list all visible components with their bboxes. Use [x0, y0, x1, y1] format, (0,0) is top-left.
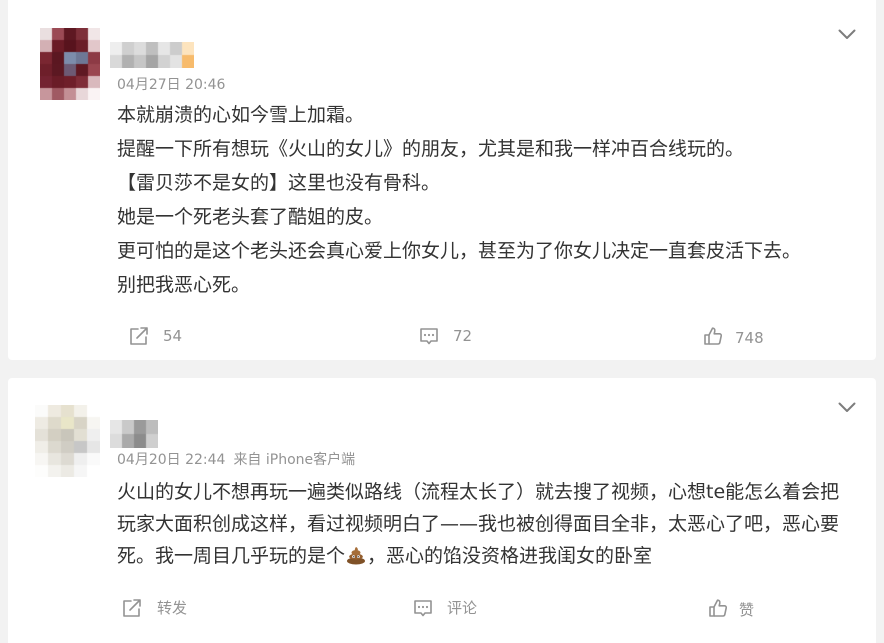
pile-of-poo-emoji-icon — [347, 547, 366, 565]
post-text: 火山的女儿不想再玩一遍类似路线（流程太长了）就去搜了视频，心想te能怎么着会把 … — [117, 476, 839, 572]
comment-count: 72 — [453, 327, 473, 345]
comment-button[interactable]: 评论 — [412, 596, 477, 620]
post-text-line: 提醒一下所有想玩《火山的女儿》的朋友，尤其是和我一样冲百合线玩的。 — [117, 138, 745, 160]
like-button[interactable]: 赞 — [707, 596, 754, 620]
repost-count: 54 — [163, 327, 183, 345]
repost-button[interactable]: 转发 — [121, 596, 187, 620]
like-label: 赞 — [739, 600, 755, 619]
repost-icon — [123, 599, 141, 617]
post-timestamp[interactable]: 04月20日 22:44 — [117, 452, 225, 468]
post-text-line: 火山的女儿不想再玩一遍类似路线（流程太长了）就去搜了视频，心想te能怎么着会把 — [117, 481, 840, 503]
avatar[interactable] — [40, 28, 100, 100]
like-count: 748 — [735, 328, 764, 347]
like-button[interactable]: 748 — [702, 324, 764, 348]
post-text-line: 【雷贝莎不是女的】这里也没有骨科。 — [117, 172, 441, 194]
avatar[interactable] — [35, 405, 100, 477]
post-text-segment: ，恶心的馅没资格进我闺女的卧室 — [367, 545, 653, 567]
comment-label: 评论 — [447, 599, 478, 617]
chevron-down-icon[interactable] — [838, 29, 856, 40]
post-source: 来自 iPhone客户端 — [233, 452, 356, 468]
repost-label: 转发 — [157, 599, 188, 617]
post-meta: 04月20日 22:44 来自 iPhone客户端 — [117, 451, 355, 469]
comment-button[interactable]: 72 — [418, 324, 472, 348]
post-text-line: 她是一个死老头套了酷姐的皮。 — [117, 206, 384, 228]
username-redacted[interactable] — [110, 42, 194, 68]
username-redacted[interactable] — [110, 420, 158, 448]
comment-icon — [414, 600, 432, 617]
like-icon — [709, 599, 728, 617]
post-card: 04月20日 22:44 来自 iPhone客户端 火山的女儿不想再玩一遍类似路线… — [8, 378, 876, 643]
chevron-down-icon[interactable] — [838, 402, 856, 413]
post-text-line: 死。我一周目几乎玩的是个 ，恶心的馅没资格进我闺女的卧室 — [117, 540, 839, 572]
post-text-segment: 死。我一周目几乎玩的是个 — [117, 545, 346, 567]
repost-icon — [130, 327, 148, 345]
post-meta: 04月27日 20:46 — [117, 76, 225, 94]
repost-button[interactable]: 54 — [128, 324, 182, 348]
post-text-line: 更可怕的是这个老头还会真心爱上你女儿，甚至为了你女儿决定一直套皮活下去。 — [117, 240, 802, 262]
post-card: 04月27日 20:46 本就崩溃的心如今雪上加霜。 提醒一下所有想玩《火山的女… — [8, 0, 876, 360]
post-timestamp[interactable]: 04月27日 20:46 — [117, 77, 225, 93]
post-text-line: 玩家大面积创成这样，看过视频明白了——我也被创得面目全非，太恶心了吧，恶心要 — [117, 513, 840, 535]
post-text: 本就崩溃的心如今雪上加霜。 提醒一下所有想玩《火山的女儿》的朋友，尤其是和我一样… — [117, 98, 801, 302]
post-text-line: 别把我恶心死。 — [117, 274, 251, 296]
comment-icon — [420, 328, 438, 345]
post-text-line: 本就崩溃的心如今雪上加霜。 — [117, 104, 365, 126]
like-icon — [704, 327, 723, 345]
